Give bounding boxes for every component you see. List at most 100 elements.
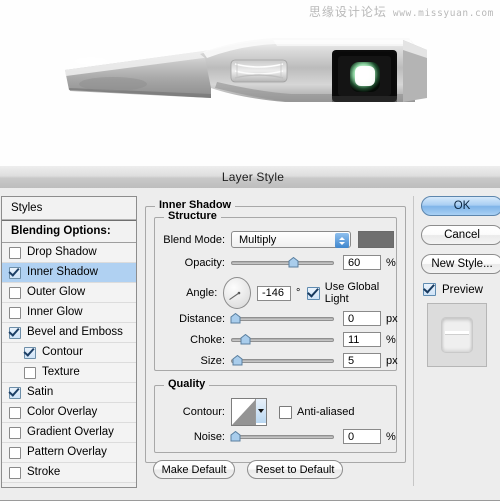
blend-mode-value: Multiply <box>239 233 277 246</box>
checkbox-outer-glow[interactable] <box>9 286 21 299</box>
checkbox-anti-aliased[interactable] <box>279 405 292 419</box>
preview-label: Preview <box>442 283 483 296</box>
blend-mode-select[interactable]: Multiply <box>231 231 351 248</box>
distance-slider[interactable] <box>230 312 334 325</box>
effect-row-inner-glow[interactable]: Inner Glow <box>2 303 136 323</box>
effect-label-satin: Satin <box>27 385 54 398</box>
preview-shape <box>441 317 473 353</box>
metallic-device-image <box>35 28 455 138</box>
contour-label: Contour: <box>182 406 225 418</box>
checkbox-pattern-overlay[interactable] <box>9 446 21 459</box>
effect-row-contour[interactable]: Contour <box>2 343 136 363</box>
opacity-slider-track <box>231 260 334 265</box>
dialog-footer-buttons: Make Default Reset to Default <box>153 460 343 479</box>
distance-unit: px <box>386 312 398 325</box>
effect-row-bevel-and-emboss[interactable]: Bevel and Emboss <box>2 323 136 343</box>
size-input[interactable]: 5 <box>343 353 381 368</box>
effect-label-bevel-and-emboss: Bevel and Emboss <box>27 325 123 338</box>
choke-unit: % <box>386 333 396 346</box>
opacity-unit: % <box>386 256 396 269</box>
quality-group: Quality Contour: Anti-aliased Noise: 0 % <box>154 379 397 453</box>
dialog-body: Styles Blending Options: Custom Drop Sha… <box>0 188 500 499</box>
size-label: Size: <box>200 354 225 367</box>
effect-row-texture[interactable]: Texture <box>2 363 136 383</box>
checkbox-inner-glow[interactable] <box>9 306 21 319</box>
anti-aliased-label: Anti-aliased <box>297 406 355 418</box>
effect-row-stroke[interactable]: Stroke <box>2 463 136 483</box>
checkbox-drop-shadow[interactable] <box>9 246 21 259</box>
contour-preset-picker[interactable] <box>231 398 267 426</box>
effect-label-pattern-overlay: Pattern Overlay <box>27 445 107 458</box>
angle-input[interactable]: -146 <box>256 285 291 301</box>
angle-dial[interactable] <box>222 277 251 309</box>
checkbox-stroke[interactable] <box>9 466 21 479</box>
size-slider-track <box>231 358 334 363</box>
device-illustration <box>65 38 427 102</box>
noise-slider-thumb[interactable] <box>230 430 241 442</box>
dialog-action-column: OK Cancel New Style... Preview <box>421 196 500 367</box>
effect-row-satin[interactable]: Satin <box>2 383 136 403</box>
checkbox-preview[interactable] <box>423 283 436 296</box>
choke-slider[interactable] <box>231 333 334 346</box>
choke-slider-thumb[interactable] <box>240 333 251 345</box>
reset-to-default-button[interactable]: Reset to Default <box>247 460 343 479</box>
effect-label-inner-shadow: Inner Shadow <box>27 265 98 278</box>
styles-effect-list: Drop Shadow Inner Shadow Outer Glow Inne… <box>2 243 136 483</box>
effect-label-gradient-overlay: Gradient Overlay <box>27 425 114 438</box>
effect-label-inner-glow: Inner Glow <box>27 305 83 318</box>
effect-row-gradient-overlay[interactable]: Gradient Overlay <box>2 423 136 443</box>
effect-row-drop-shadow[interactable]: Drop Shadow <box>2 243 136 263</box>
checkbox-gradient-overlay[interactable] <box>9 426 21 439</box>
blend-mode-label: Blend Mode: <box>163 233 225 246</box>
noise-label: Noise: <box>193 430 225 443</box>
chevron-updown-icon[interactable] <box>335 233 349 248</box>
inner-shadow-settings: Inner Shadow Structure Blend Mode: Multi… <box>145 196 408 486</box>
checkbox-satin[interactable] <box>9 386 21 399</box>
preview-toggle-row[interactable]: Preview <box>423 283 500 296</box>
opacity-slider-thumb[interactable] <box>288 256 299 268</box>
opacity-slider[interactable] <box>231 256 334 269</box>
distance-slider-thumb[interactable] <box>230 312 241 324</box>
noise-input[interactable]: 0 <box>343 429 381 444</box>
effect-label-contour: Contour <box>42 345 83 358</box>
angle-label: Angle: <box>186 287 218 299</box>
checkbox-inner-shadow[interactable] <box>9 266 21 279</box>
opacity-input[interactable]: 60 <box>343 255 381 270</box>
layer-style-dialog: Layer Style Styles Blending Options: Cus… <box>0 166 500 501</box>
structure-group-title: Structure <box>164 211 221 222</box>
effect-row-inner-shadow[interactable]: Inner Shadow <box>2 263 136 283</box>
ok-button[interactable]: OK <box>421 196 500 216</box>
noise-unit: % <box>386 430 396 443</box>
dialog-titlebar[interactable]: Layer Style <box>0 166 500 189</box>
inner-shadow-group: Inner Shadow Structure Blend Mode: Multi… <box>145 200 406 463</box>
size-slider-thumb[interactable] <box>232 354 243 366</box>
checkbox-bevel-and-emboss[interactable] <box>9 326 21 339</box>
layer-preview-thumbnail <box>427 303 487 367</box>
watermark-cn: 思缘设计论坛 <box>308 5 387 19</box>
chevron-down-icon[interactable] <box>255 399 266 423</box>
styles-panel-header[interactable]: Styles <box>2 197 136 220</box>
watermark-en: www.missyuan.com <box>392 8 494 19</box>
choke-label: Choke: <box>190 333 225 346</box>
size-slider[interactable] <box>231 354 334 367</box>
distance-input[interactable]: 0 <box>343 311 381 326</box>
effect-row-pattern-overlay[interactable]: Pattern Overlay <box>2 443 136 463</box>
effect-row-color-overlay[interactable]: Color Overlay <box>2 403 136 423</box>
effect-label-color-overlay: Color Overlay <box>27 405 98 418</box>
noise-slider[interactable] <box>230 430 334 443</box>
cancel-button[interactable]: Cancel <box>421 225 500 245</box>
choke-input[interactable]: 11 <box>343 332 381 347</box>
checkbox-texture[interactable] <box>24 366 36 379</box>
styles-panel: Styles Blending Options: Custom Drop Sha… <box>1 196 137 488</box>
make-default-button[interactable]: Make Default <box>153 460 235 479</box>
blending-options-row[interactable]: Blending Options: Custom <box>2 220 136 258</box>
checkbox-use-global-light[interactable] <box>307 286 321 300</box>
new-style-button[interactable]: New Style... <box>421 254 500 274</box>
structure-group: Structure Blend Mode: Multiply Opacity: … <box>154 211 398 371</box>
dialog-title: Layer Style <box>221 170 285 184</box>
shadow-color-swatch[interactable] <box>358 231 394 248</box>
checkbox-contour[interactable] <box>24 346 36 359</box>
checkbox-color-overlay[interactable] <box>9 406 21 419</box>
use-global-light-label: Use Global Light <box>324 281 380 305</box>
effect-row-outer-glow[interactable]: Outer Glow <box>2 283 136 303</box>
